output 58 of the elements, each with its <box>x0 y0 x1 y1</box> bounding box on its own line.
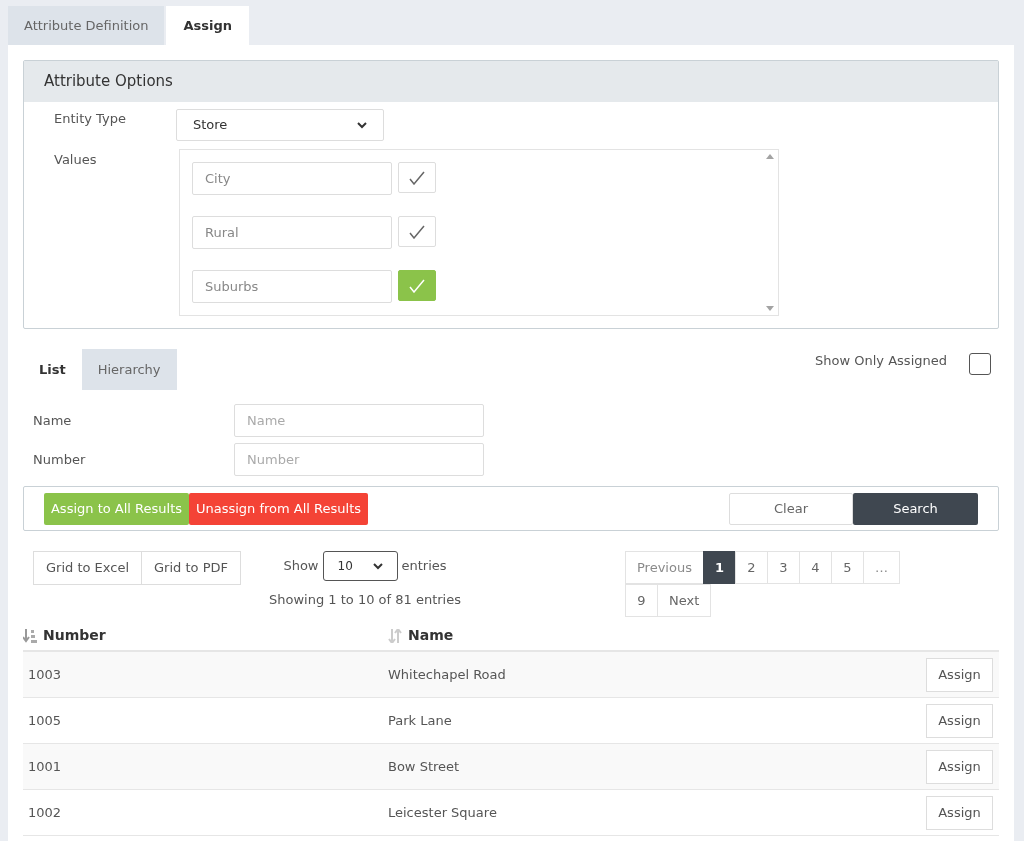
table-cell-text: Park Lane <box>388 711 453 730</box>
field-label: Number <box>32 450 87 469</box>
export-button[interactable]: Grid to Excel <box>33 551 143 585</box>
table-cell-text: 1002 <box>27 803 63 822</box>
page-button[interactable]: 3 <box>767 551 800 584</box>
assign-button[interactable]: Assign <box>926 795 993 830</box>
value-field[interactable]: Suburbs <box>192 270 392 303</box>
check-icon <box>409 278 425 293</box>
entries-label: entries <box>401 557 447 576</box>
tab[interactable]: Assign <box>166 6 250 45</box>
show-label: Show <box>283 557 319 576</box>
column-header[interactable]: Number <box>43 625 106 646</box>
scroll-down-icon[interactable] <box>766 306 774 311</box>
show-only-assigned-checkbox[interactable] <box>969 353 991 375</box>
column-header[interactable]: Name <box>408 625 454 646</box>
page-button[interactable]: 5 <box>831 551 864 584</box>
page-button[interactable]: 1 <box>702 551 736 584</box>
page-length-select[interactable]: 10 <box>322 551 398 581</box>
value-field[interactable]: Rural <box>192 216 392 249</box>
table-cell-text: Leicester Square <box>388 803 498 822</box>
assign-button[interactable]: Assign <box>926 749 993 784</box>
unassign-all-button[interactable]: Unassign from All Results <box>189 492 368 525</box>
field-label: Values <box>53 151 98 169</box>
field-label: Entity Type <box>53 110 127 128</box>
select-value-button[interactable] <box>398 162 436 193</box>
chevron-down-icon <box>357 121 367 129</box>
page-button[interactable]: 4 <box>799 551 832 584</box>
check-icon <box>409 170 425 185</box>
table-cell-text: 1003 <box>27 665 63 684</box>
sort-ascending-icon[interactable] <box>23 628 37 643</box>
select-value-button[interactable] <box>398 270 436 301</box>
check-icon <box>409 224 425 239</box>
panel-title: Attribute Options <box>44 71 173 93</box>
export-button[interactable]: Grid to PDF <box>141 551 241 585</box>
field-label: Name <box>32 411 73 430</box>
table-cell-text: 1005 <box>27 711 63 730</box>
value-field[interactable]: City <box>192 162 392 195</box>
page-button[interactable]: Next <box>657 584 712 617</box>
assign-button[interactable]: Assign <box>926 703 993 738</box>
entity-type-select[interactable]: Store <box>176 109 384 141</box>
search-button[interactable]: Search <box>853 492 978 525</box>
table-cell-text: 1001 <box>27 757 63 776</box>
assign-button[interactable]: Assign <box>926 657 993 692</box>
chevron-down-icon <box>372 562 383 570</box>
text-field[interactable]: Number <box>234 443 484 476</box>
page-button[interactable]: 9 <box>625 584 658 617</box>
table-cell-text: Bow Street <box>388 757 461 776</box>
table-info: Showing 1 to 10 of 81 entries <box>269 591 461 609</box>
text-field[interactable]: Name <box>234 404 484 437</box>
clear-button[interactable]: Clear <box>729 492 853 525</box>
scroll-up-icon[interactable] <box>766 154 774 159</box>
table-cell-text: Whitechapel Road <box>388 665 507 684</box>
sort-icon[interactable] <box>388 628 402 643</box>
page-button[interactable]: 2 <box>735 551 768 584</box>
select-value-button[interactable] <box>398 216 436 247</box>
tab[interactable]: Hierarchy <box>81 349 177 390</box>
checkbox-label: Show Only Assigned <box>815 352 947 370</box>
tab[interactable]: Attribute Definition <box>8 6 165 45</box>
